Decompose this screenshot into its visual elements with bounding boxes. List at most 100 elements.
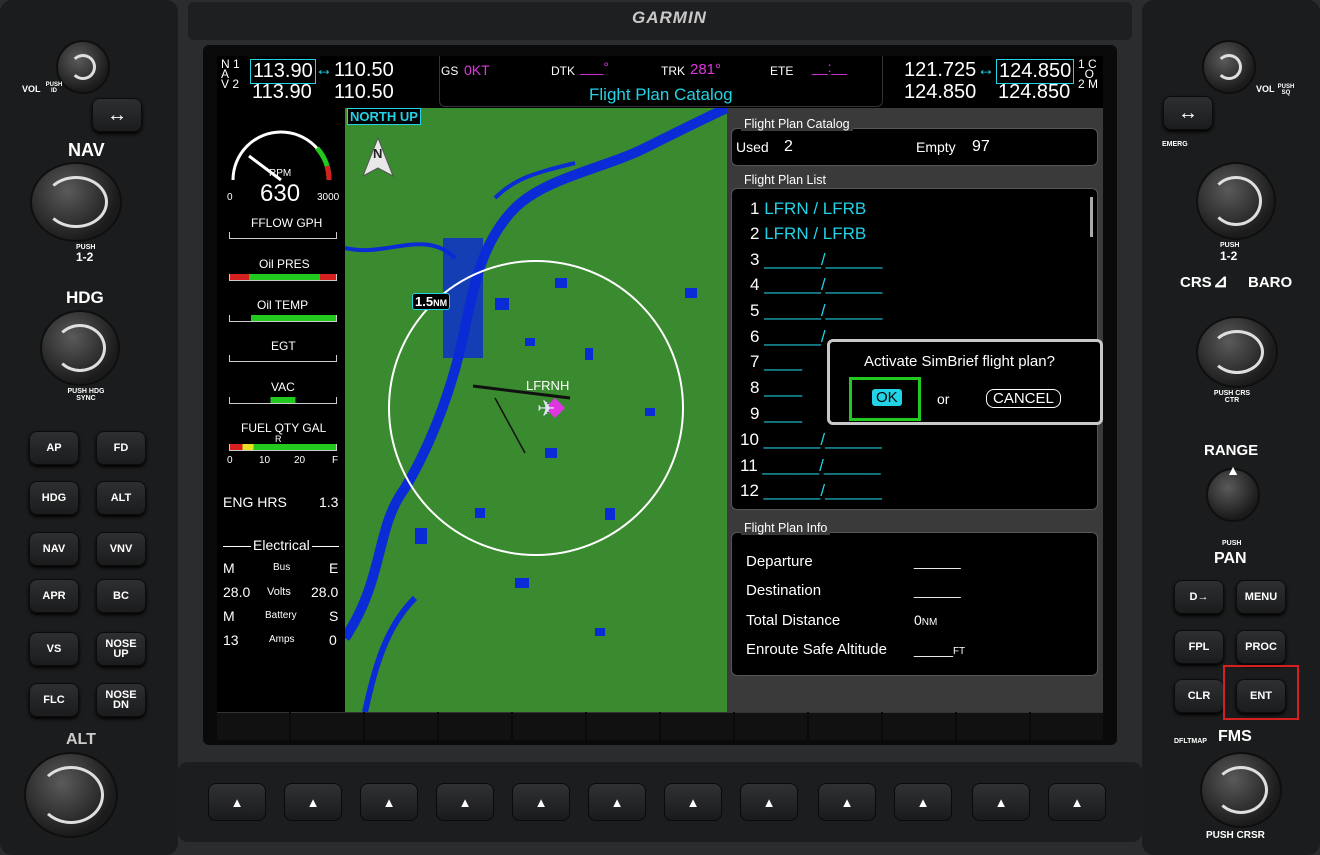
softkey-slot xyxy=(217,712,289,740)
softkey-6-button[interactable]: ▲ xyxy=(588,783,646,821)
softkey-1-button[interactable]: ▲ xyxy=(208,783,266,821)
left-control-panel xyxy=(0,0,178,855)
list-item[interactable]: 3 ______/______ xyxy=(750,250,882,270)
rpm-max: 3000 xyxy=(317,192,340,203)
com2-standby-freq[interactable]: 124.850 xyxy=(998,81,1070,104)
fuel-f: F xyxy=(332,455,339,466)
softkey-8-button[interactable]: ▲ xyxy=(740,783,798,821)
hdg-knob-label: HDG xyxy=(66,288,104,307)
alt-button[interactable]: ALT xyxy=(96,481,146,515)
trk-label: TRK xyxy=(661,64,685,78)
cancel-button[interactable]: CANCEL xyxy=(986,389,1061,408)
departure-value: ______ xyxy=(914,553,961,569)
ent-highlight-box xyxy=(1223,665,1299,720)
vs-button[interactable]: VS xyxy=(29,632,79,666)
esa-value: _____FT xyxy=(914,641,966,657)
com2-active-freq[interactable]: 124.850 xyxy=(904,81,976,104)
volts-m: 28.0 xyxy=(223,584,251,600)
departure-label: Departure xyxy=(746,553,813,570)
bc-button[interactable]: BC xyxy=(96,579,146,613)
softkey-2-button[interactable]: ▲ xyxy=(284,783,342,821)
bus-m: M xyxy=(223,560,235,576)
empty-label: Empty xyxy=(916,139,956,155)
clr-button[interactable]: CLR xyxy=(1174,679,1224,713)
com-freq-knob[interactable] xyxy=(1196,162,1276,240)
softkey-5-button[interactable]: ▲ xyxy=(512,783,570,821)
list-item[interactable]: 8 ____ xyxy=(750,378,802,398)
fuel-20: 20 xyxy=(294,455,306,466)
list-item[interactable]: 2 LFRN / LFRB xyxy=(750,224,866,244)
nav-swap-button[interactable]: ↔ xyxy=(92,98,142,132)
fd-button[interactable]: FD xyxy=(96,431,146,465)
map-terrain-water xyxy=(345,108,727,712)
com-push-label: PUSH xyxy=(1220,242,1240,249)
nav2-active-freq[interactable]: 113.90 xyxy=(252,81,312,104)
list-item[interactable]: 4 ______/______ xyxy=(750,275,882,295)
softkey-3-button[interactable]: ▲ xyxy=(360,783,418,821)
list-item[interactable]: 6 ______/ xyxy=(750,327,826,347)
direct-to-button[interactable]: D→ xyxy=(1174,580,1224,614)
softkey-slot xyxy=(587,712,659,740)
list-scrollbar[interactable] xyxy=(1090,197,1093,237)
list-item[interactable]: 9 ____ xyxy=(750,404,802,424)
softkey-11-button[interactable]: ▲ xyxy=(972,783,1030,821)
used-value: 2 xyxy=(784,138,793,155)
moving-map[interactable]: NORTH UP N 1.5NM LFRNH ✈ xyxy=(345,108,727,712)
list-item[interactable]: 10 ______/______ xyxy=(740,430,882,450)
fuel-r-marker: R xyxy=(275,434,282,444)
softkey-slot xyxy=(291,712,363,740)
ok-button[interactable]: OK xyxy=(872,389,902,406)
baro-triangle-icon: ⊿ xyxy=(1213,271,1229,291)
nose-dn-button[interactable]: NOSE DN xyxy=(96,683,146,717)
nav1-standby-freq[interactable]: 110.50 xyxy=(334,59,394,82)
apr-button[interactable]: APR xyxy=(29,579,79,613)
eng-hrs-value: 1.3 xyxy=(319,494,339,510)
ete-value: __:__ xyxy=(812,59,848,75)
crs-baro-knob[interactable] xyxy=(1196,316,1278,388)
nav-button[interactable]: NAV xyxy=(29,532,79,566)
fms-knob[interactable] xyxy=(1200,752,1282,828)
heading-knob[interactable] xyxy=(40,310,120,386)
vac-gauge xyxy=(229,397,337,404)
nav-volume-knob[interactable] xyxy=(56,40,110,94)
list-item[interactable]: 7 ____ xyxy=(750,352,802,372)
page-title: Flight Plan Catalog xyxy=(589,85,733,104)
nav2-standby-freq[interactable]: 110.50 xyxy=(334,81,394,104)
electrical-label: Electrical xyxy=(251,537,312,553)
softkey-slot xyxy=(1031,712,1103,740)
fms-push-label: PUSH CRSR xyxy=(1206,830,1265,841)
oil-temp-label: Oil TEMP xyxy=(257,298,309,312)
crs-ctr-label: PUSH CRS CTR xyxy=(1213,390,1251,404)
volts-e: 28.0 xyxy=(311,584,339,600)
map-range-label[interactable]: 1.5NM xyxy=(412,293,451,310)
empty-value: 97 xyxy=(972,138,990,155)
softkey-12-button[interactable]: ▲ xyxy=(1048,783,1106,821)
softkey-9-button[interactable]: ▲ xyxy=(818,783,876,821)
list-item[interactable]: 12 ______/______ xyxy=(740,481,882,501)
ap-button[interactable]: AP xyxy=(29,431,79,465)
flc-button[interactable]: FLC xyxy=(29,683,79,717)
menu-button[interactable]: MENU xyxy=(1236,580,1286,614)
vnv-button[interactable]: VNV xyxy=(96,532,146,566)
softkey-4-button[interactable]: ▲ xyxy=(436,783,494,821)
list-item[interactable]: 1 LFRN / LFRB xyxy=(750,199,866,219)
softkey-10-button[interactable]: ▲ xyxy=(894,783,952,821)
proc-button[interactable]: PROC xyxy=(1236,630,1286,664)
com-swap-button[interactable]: ↔ xyxy=(1163,96,1213,130)
vac-label: VAC xyxy=(271,380,295,394)
nav-freq-knob[interactable] xyxy=(30,162,122,242)
com1-active-freq[interactable]: 121.725 xyxy=(904,59,976,82)
softkey-7-button[interactable]: ▲ xyxy=(664,783,722,821)
softkey-slot xyxy=(439,712,511,740)
nose-up-button[interactable]: NOSE UP xyxy=(96,632,146,666)
destination-label: Destination xyxy=(746,582,822,599)
list-item[interactable]: 5 ______/______ xyxy=(750,301,882,321)
info-title: Flight Plan Info xyxy=(741,521,831,535)
total-distance-value: 0NM xyxy=(914,612,938,628)
hdg-button[interactable]: HDG xyxy=(29,481,79,515)
altitude-knob[interactable] xyxy=(24,752,118,838)
aircraft-icon: ✈ xyxy=(537,396,556,421)
fpl-button[interactable]: FPL xyxy=(1174,630,1224,664)
com-volume-knob[interactable] xyxy=(1202,40,1256,94)
list-item[interactable]: 11 ______/______ xyxy=(740,456,881,476)
